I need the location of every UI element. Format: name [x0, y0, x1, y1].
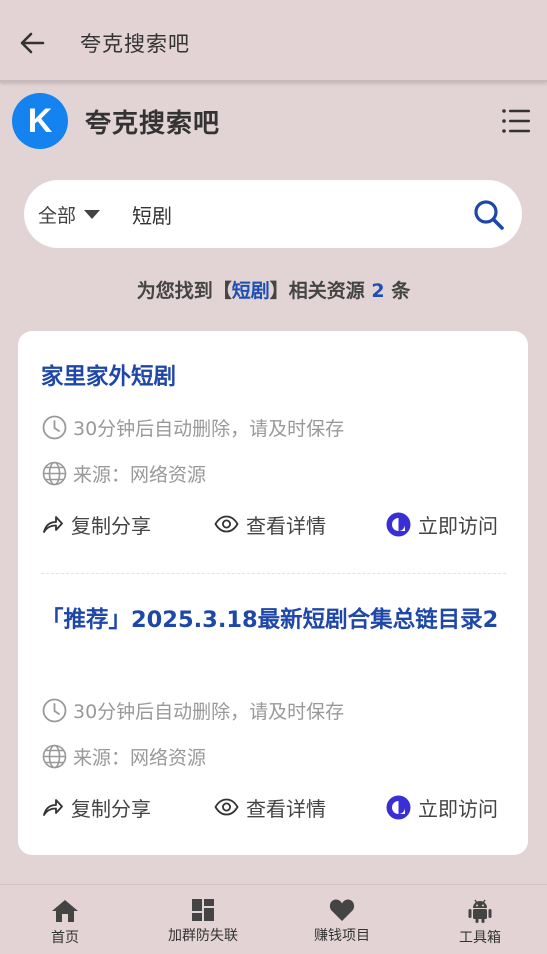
share-icon — [43, 516, 63, 533]
share-icon — [43, 799, 63, 816]
home-icon — [52, 900, 78, 922]
caret-down-icon — [84, 209, 101, 219]
source-text: 来源：网络资源 — [73, 463, 207, 486]
view-details-button[interactable]: 查看详情 — [214, 792, 326, 822]
android-icon — [468, 899, 492, 923]
brand-header: K 夸克搜索吧 — [0, 88, 547, 156]
expiry-note: 30分钟后自动删除，请及时保存 — [42, 697, 344, 723]
summary-count: 2 — [371, 280, 385, 302]
globe-icon — [42, 461, 67, 485]
menu-button[interactable] — [500, 106, 532, 136]
results-list: 家里家外短剧 30分钟后自动删除，请及时保存 来源：网络资源 复制分享 查看详情… — [18, 331, 528, 855]
summary-prefix: 为您找到【 — [136, 280, 232, 302]
visit-now-button[interactable]: 立即访问 — [386, 509, 498, 539]
divider — [41, 573, 506, 574]
app-bar: 夸克搜索吧 — [0, 0, 547, 82]
visit-now-label: 立即访问 — [418, 513, 498, 538]
nav-label: 首页 — [51, 930, 79, 946]
summary-keyword: 短剧 — [231, 280, 270, 302]
summary-suffix: 条 — [384, 280, 411, 302]
arrow-left-icon — [20, 32, 45, 54]
clock-icon — [42, 698, 67, 722]
result-actions: 复制分享 查看详情 立即访问 — [18, 792, 528, 822]
visit-now-label: 立即访问 — [418, 796, 498, 821]
nav-item-earn-money[interactable]: 赚钱项目 — [287, 885, 397, 954]
copy-share-label: 复制分享 — [71, 796, 151, 821]
search-bar: 全部 — [24, 180, 522, 248]
nav-item-toolbox[interactable]: 工具箱 — [425, 885, 535, 954]
expiry-note: 30分钟后自动删除，请及时保存 — [42, 414, 344, 440]
back-button[interactable] — [14, 26, 50, 60]
heart-icon — [329, 899, 355, 921]
view-details-label: 查看详情 — [246, 796, 326, 821]
copy-share-button[interactable]: 复制分享 — [42, 792, 151, 822]
summary-middle: 】相关资源 — [269, 280, 372, 302]
globe-icon — [42, 744, 67, 768]
expiry-text: 30分钟后自动删除，请及时保存 — [73, 417, 345, 440]
visit-now-button[interactable]: 立即访问 — [386, 792, 498, 822]
app-bar-title: 夸克搜索吧 — [80, 32, 190, 56]
logo: K — [12, 93, 68, 149]
copy-share-button[interactable]: 复制分享 — [42, 509, 151, 539]
source-note: 来源：网络资源 — [42, 460, 206, 486]
scope-dropdown[interactable]: 全部 — [38, 200, 101, 228]
nav-label: 工具箱 — [459, 930, 501, 946]
search-button[interactable] — [468, 194, 510, 236]
result-summary: 为您找到【短剧】相关资源 2 条 — [0, 276, 547, 303]
copy-share-label: 复制分享 — [71, 513, 151, 538]
nav-label: 加群防失联 — [168, 928, 238, 944]
expiry-text: 30分钟后自动删除，请及时保存 — [73, 700, 345, 723]
menu-icon — [502, 109, 530, 133]
quark-icon — [386, 795, 411, 819]
source-note: 来源：网络资源 — [42, 743, 206, 769]
search-input[interactable] — [132, 194, 452, 234]
scope-label: 全部 — [38, 204, 77, 227]
nav-item-join-group[interactable]: 加群防失联 — [148, 885, 258, 954]
quark-icon — [386, 512, 411, 536]
source-text: 来源：网络资源 — [73, 746, 207, 769]
view-details-button[interactable]: 查看详情 — [214, 509, 326, 539]
brand-name: 夸克搜索吧 — [85, 109, 221, 139]
bottom-nav: 首页 加群防失联 赚钱项目 工具箱 — [0, 884, 547, 954]
nav-item-home[interactable]: 首页 — [10, 885, 120, 954]
dashboard-icon — [192, 899, 214, 921]
clock-icon — [42, 415, 67, 439]
result-title[interactable]: 「推荐」2025.3.18最新短剧合集总链目录2 — [41, 600, 511, 640]
search-icon — [474, 200, 504, 230]
nav-label: 赚钱项目 — [314, 928, 370, 944]
result-actions: 复制分享 查看详情 立即访问 — [18, 509, 528, 539]
view-details-label: 查看详情 — [246, 513, 326, 538]
eye-icon — [214, 515, 239, 533]
result-title[interactable]: 家里家外短剧 — [41, 357, 511, 397]
eye-icon — [214, 798, 239, 816]
